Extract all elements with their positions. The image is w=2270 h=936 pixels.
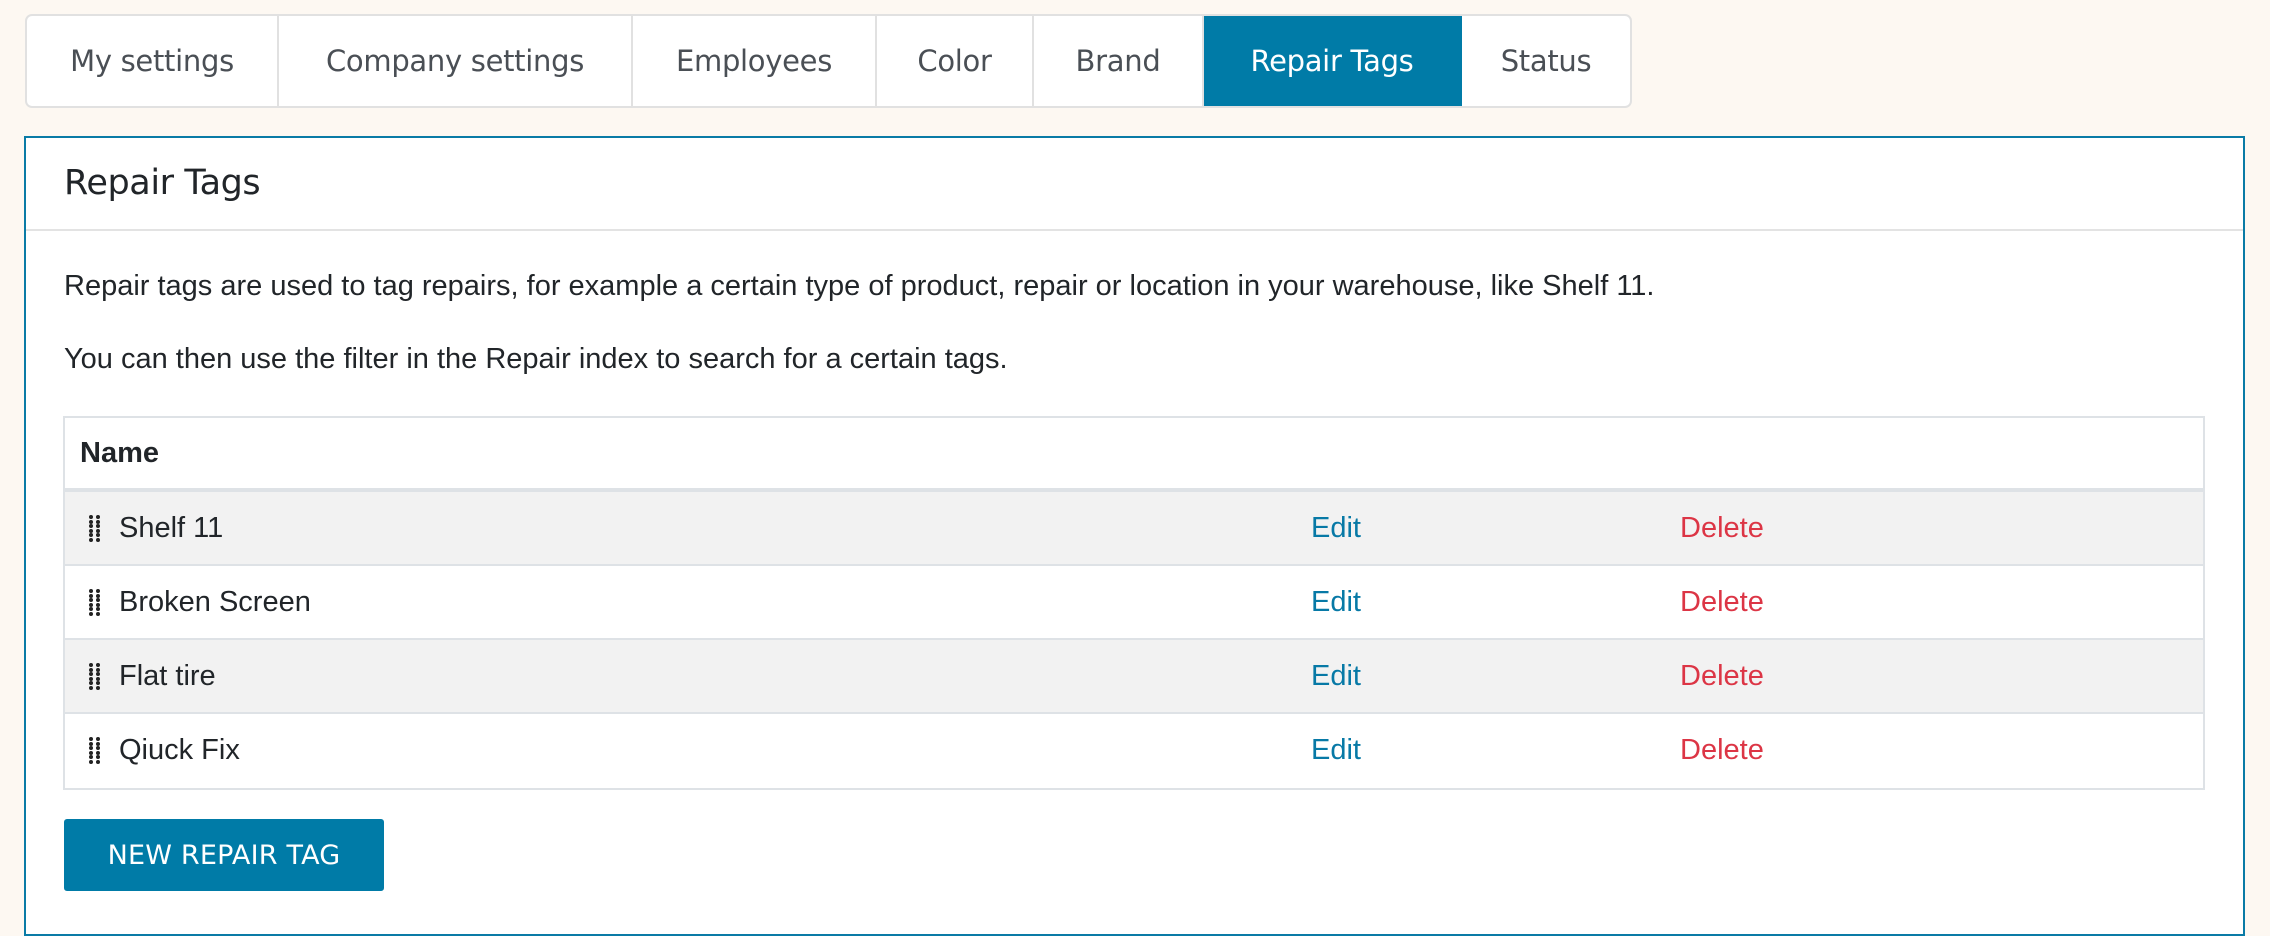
drag-handle-icon[interactable]: [89, 737, 101, 764]
tab-repair-tags[interactable]: Repair Tags: [1204, 16, 1462, 106]
page-title: Repair Tags: [64, 162, 261, 203]
edit-link[interactable]: Edit: [1311, 566, 1361, 638]
table-header-name: Name: [65, 418, 2203, 492]
tab-brand[interactable]: Brand: [1034, 16, 1204, 106]
delete-link[interactable]: Delete: [1680, 566, 1764, 638]
tab-company-settings[interactable]: Company settings: [279, 16, 633, 106]
drag-handle-icon[interactable]: [89, 663, 101, 690]
delete-link[interactable]: Delete: [1680, 492, 1764, 564]
tag-name: Flat tire: [119, 660, 216, 692]
table-row: Broken Screen Edit Delete: [65, 566, 2203, 640]
table-row: Flat tire Edit Delete: [65, 640, 2203, 714]
description-text: Repair tags are used to tag repairs, for…: [64, 270, 1655, 302]
edit-link[interactable]: Edit: [1311, 492, 1361, 564]
table-row: Shelf 11 Edit Delete: [65, 492, 2203, 566]
tab-employees[interactable]: Employees: [633, 16, 877, 106]
tab-status[interactable]: Status: [1462, 16, 1630, 106]
delete-link[interactable]: Delete: [1680, 714, 1764, 786]
tab-color[interactable]: Color: [877, 16, 1034, 106]
description-text: You can then use the filter in the Repai…: [64, 343, 1008, 375]
table-row: Qiuck Fix Edit Delete: [65, 714, 2203, 788]
drag-handle-icon[interactable]: [89, 515, 101, 542]
edit-link[interactable]: Edit: [1311, 714, 1361, 786]
repair-tags-panel: Repair Tags Repair tags are used to tag …: [24, 136, 2245, 936]
new-repair-tag-button[interactable]: NEW REPAIR TAG: [64, 819, 384, 891]
tag-name: Qiuck Fix: [119, 734, 240, 766]
delete-link[interactable]: Delete: [1680, 640, 1764, 712]
tab-my-settings[interactable]: My settings: [27, 16, 279, 106]
edit-link[interactable]: Edit: [1311, 640, 1361, 712]
settings-tabs: My settings Company settings Employees C…: [25, 14, 1632, 108]
tag-name: Shelf 11: [119, 512, 224, 544]
repair-tags-table: Name Shelf 11 Edit Delete Broken Screen …: [63, 416, 2205, 790]
drag-handle-icon[interactable]: [89, 589, 101, 616]
tag-name: Broken Screen: [119, 586, 311, 618]
panel-header: Repair Tags: [26, 138, 2243, 231]
